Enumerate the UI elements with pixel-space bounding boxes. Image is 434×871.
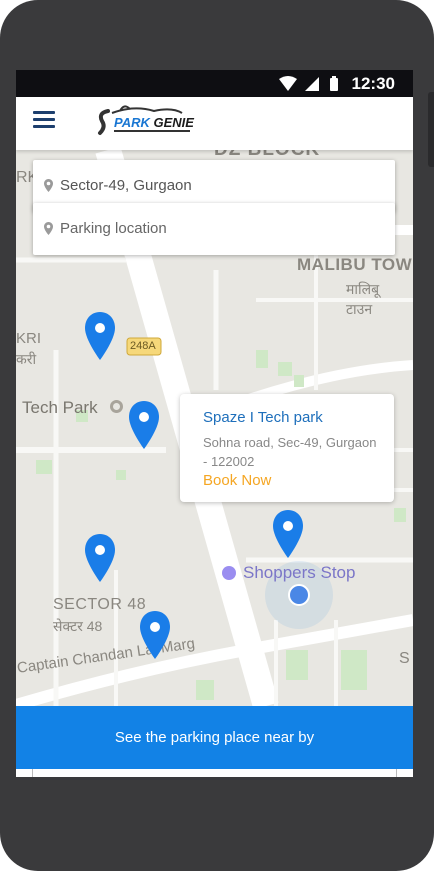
screen: 12:30 PARK GENIE RK MALIBU TOW मालिबू टा… xyxy=(16,70,413,777)
power-button xyxy=(428,92,434,167)
brand-name: PARK GENIE xyxy=(114,115,194,130)
shopping-bag-icon xyxy=(222,566,236,580)
battery-icon xyxy=(330,78,338,91)
parking-marker-selected[interactable] xyxy=(272,509,304,559)
signal-icon xyxy=(305,77,319,91)
origin-input[interactable]: Sector-49, Gurgaon xyxy=(60,177,192,194)
status-time: 12:30 xyxy=(351,74,395,93)
map-label-sector48: SECTOR 48 xyxy=(53,596,147,613)
status-icons xyxy=(279,76,338,91)
destination-search-card[interactable] xyxy=(33,203,395,255)
parking-marker[interactable] xyxy=(139,610,171,660)
map-label-kri: KRI xyxy=(16,330,42,347)
parking-location-input[interactable] xyxy=(60,220,360,237)
map-label-s: S xyxy=(399,650,410,667)
map-label-malibu: MALIBU TOW xyxy=(297,255,413,274)
nearby-parking-button[interactable]: See the parking place near by xyxy=(16,706,413,769)
wifi-icon xyxy=(279,76,297,91)
parking-address: Sohna road, Sec-49, Gurgaon - 122002 xyxy=(203,435,377,469)
tech-park-poi-icon xyxy=(110,400,123,413)
parking-marker[interactable] xyxy=(84,311,116,361)
parking-title: Spaze I Tech park xyxy=(203,409,323,426)
book-now-button[interactable]: Book Now xyxy=(203,472,271,489)
map-label-town-hindi: टाउन xyxy=(346,301,373,317)
map-label-kri-hindi: करी xyxy=(16,351,37,367)
app-bar: PARK GENIE xyxy=(16,97,413,150)
phone-frame: 12:30 PARK GENIE RK MALIBU TOW मालिबू टा… xyxy=(0,0,434,871)
map-label-malibu-hindi: मालिबू xyxy=(346,281,380,297)
parking-info-popup: Spaze I Tech park Sohna road, Sec-49, Gu… xyxy=(180,394,394,502)
location-pin-icon xyxy=(44,222,53,235)
park-genie-logo: PARK GENIE xyxy=(94,103,204,143)
map-label-tech-park: Tech Park xyxy=(22,398,98,417)
map-label-shoppers-stop: Shoppers Stop xyxy=(243,563,356,582)
map-label-sector48-hindi: सेक्टर 48 xyxy=(53,618,103,634)
parking-marker[interactable] xyxy=(128,400,160,450)
location-pin-icon xyxy=(44,179,53,192)
parking-marker[interactable] xyxy=(84,533,116,583)
map-label-route: 248A xyxy=(130,340,156,352)
menu-icon[interactable] xyxy=(33,111,55,128)
bottom-sheet-edge xyxy=(16,769,413,777)
status-bar: 12:30 xyxy=(16,70,413,97)
